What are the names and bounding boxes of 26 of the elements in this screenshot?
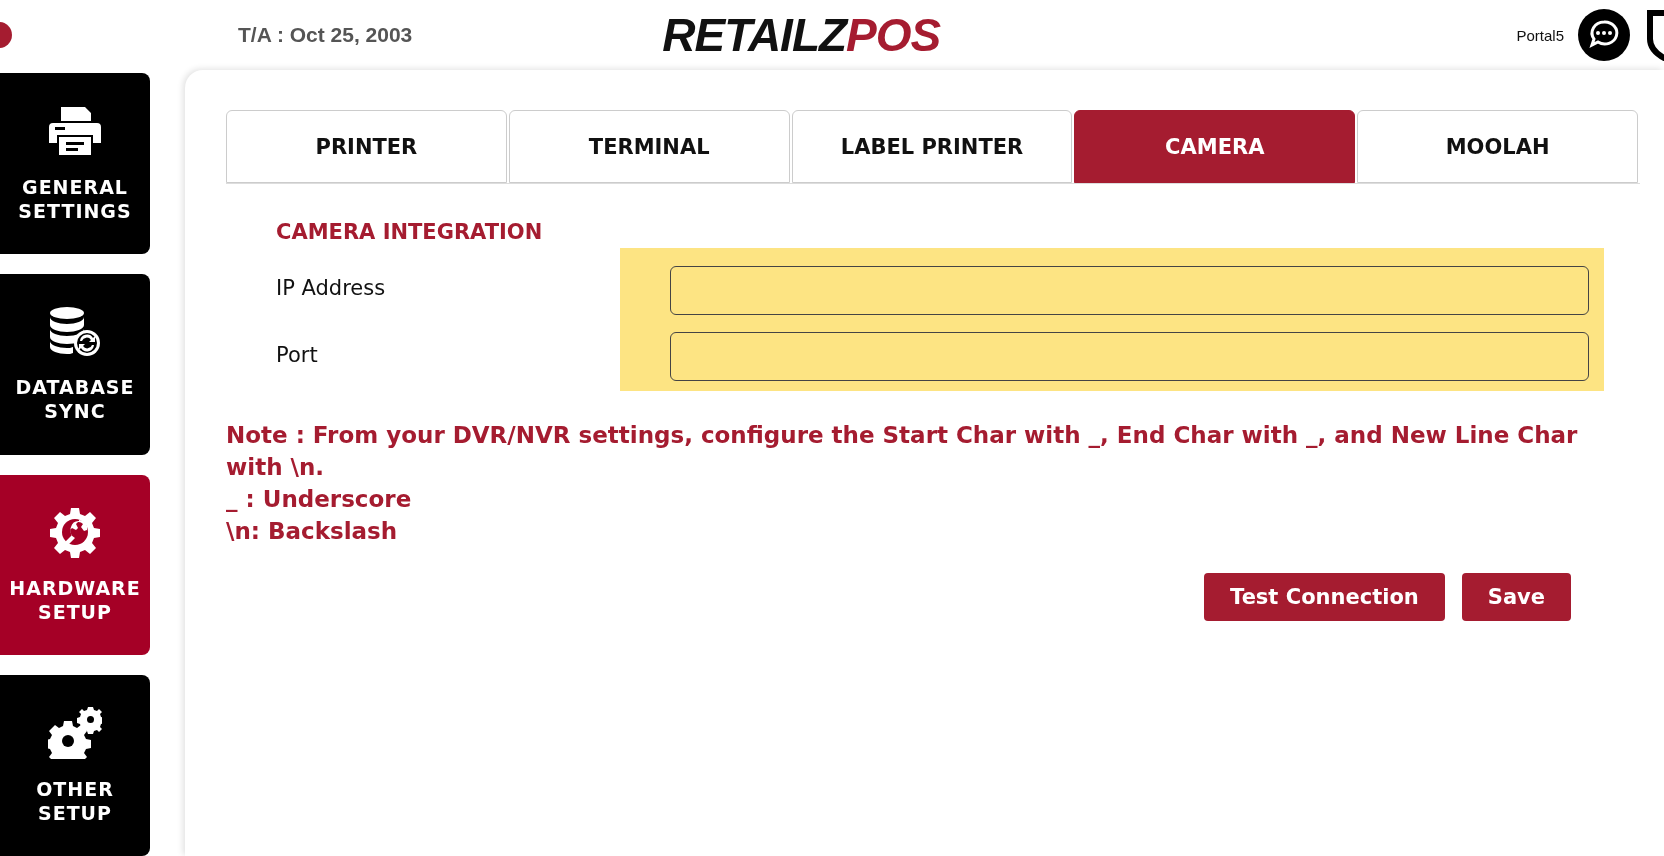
gears-icon	[48, 706, 102, 759]
tab[interactable]: MOOLAH	[1357, 110, 1638, 183]
tab[interactable]: TERMINAL	[508, 110, 790, 183]
sidebar-item[interactable]: GENERAL SETTINGS	[0, 73, 150, 254]
note-text: Note : From your DVR/NVR settings, configure the Start Char with _, End Char with _, and New Line Char with \n.	[226, 421, 1579, 482]
action-button[interactable]: Test Connection	[1204, 573, 1445, 621]
tab[interactable]: CAMERA	[1074, 110, 1356, 183]
sidebar-item[interactable]: DATABASE SYNC	[0, 273, 150, 455]
support-chat-icon[interactable]	[1578, 9, 1630, 61]
field-label: Port	[276, 343, 319, 367]
section-title: CAMERA INTEGRATION	[276, 220, 544, 244]
input-field[interactable]	[670, 332, 1589, 381]
note-text: _ : Underscore	[226, 485, 413, 514]
tab[interactable]: PRINTER	[226, 110, 507, 183]
note-text: \n: Backslash	[226, 517, 399, 546]
wrench-gear-icon	[49, 505, 101, 558]
tab[interactable]: LABEL PRINTER	[791, 110, 1073, 183]
transaction-date: T/A : Oct 25, 2003	[238, 23, 413, 47]
user-name: Portal5	[1516, 26, 1564, 44]
database-sync-icon	[49, 305, 101, 358]
field-label: IP Address	[276, 276, 387, 300]
sidebar-item[interactable]: HARDWARE SETUP	[0, 474, 150, 656]
retailzpos-logo: RETAILZPOS	[662, 8, 941, 62]
sidebar-item[interactable]: OTHER SETUP	[0, 675, 150, 856]
input-field[interactable]	[670, 266, 1589, 315]
action-button[interactable]: Save	[1461, 573, 1571, 621]
